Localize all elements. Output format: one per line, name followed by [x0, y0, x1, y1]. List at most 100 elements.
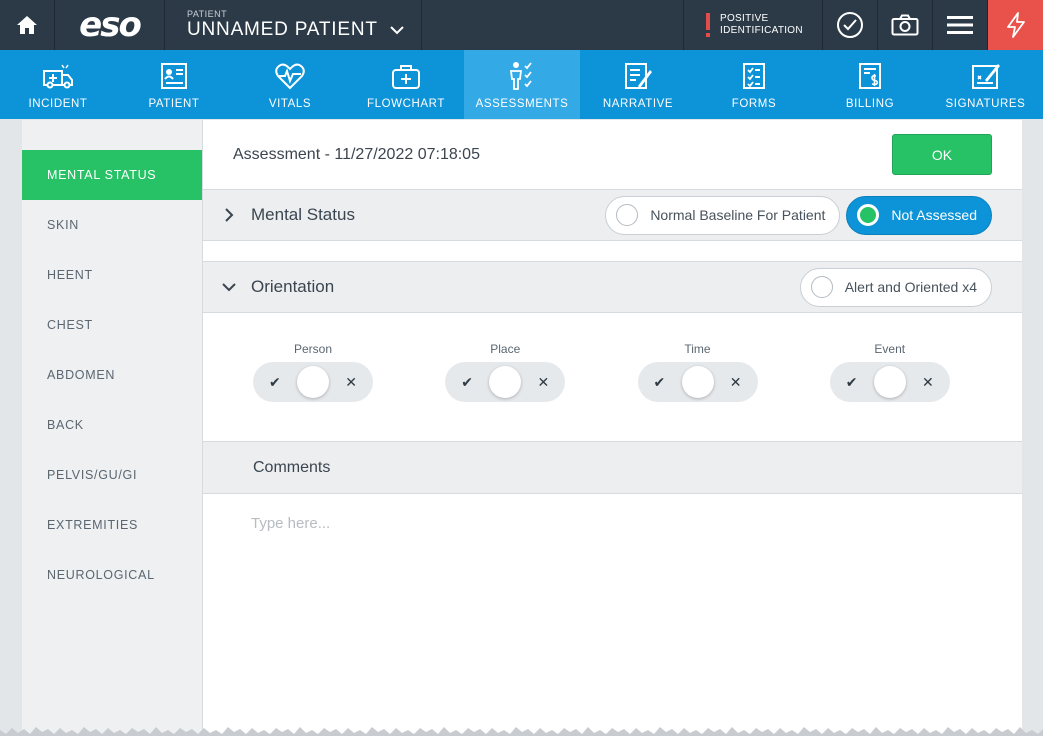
- body-check-icon: [509, 62, 532, 90]
- chevron-right-icon[interactable]: [221, 207, 237, 223]
- nav-patient[interactable]: PATIENT: [116, 50, 232, 119]
- quick-action-button[interactable]: [988, 0, 1043, 50]
- nav-narrative[interactable]: NARRATIVE: [580, 50, 696, 119]
- positive-identification-button[interactable]: POSITIVE IDENTIFICATION: [683, 0, 823, 50]
- check-icon[interactable]: ✔: [461, 374, 473, 391]
- heart-pulse-icon: [275, 63, 305, 90]
- toggle-knob[interactable]: [873, 366, 906, 398]
- mental-status-section[interactable]: Mental Status Normal Baseline For Patien…: [203, 190, 1022, 241]
- orientation-toggles: Person ✔ ✕ Place ✔ ✕ Time ✔ ✕ Event ✔ ✕: [203, 313, 1022, 442]
- signature-icon: [971, 64, 1000, 89]
- radio-icon: [616, 204, 639, 226]
- home-button[interactable]: [0, 0, 55, 50]
- check-icon[interactable]: ✔: [269, 374, 281, 391]
- nav-forms[interactable]: FORMS: [696, 50, 812, 119]
- not-assessed-option[interactable]: Not Assessed: [846, 195, 992, 235]
- nav-flowchart[interactable]: FLOWCHART: [348, 50, 464, 119]
- sidebar-item-back[interactable]: BACK: [22, 400, 202, 450]
- torn-edge: [0, 727, 1043, 736]
- nav-vitals[interactable]: VITALS: [232, 50, 348, 119]
- check-icon[interactable]: ✔: [654, 374, 666, 391]
- chevron-down-icon: [390, 25, 404, 34]
- sidebar-item-label: CHEST: [47, 318, 93, 332]
- nav-narrative-label: NARRATIVE: [602, 98, 674, 110]
- patient-name: UNNAMED PATIENT: [187, 19, 378, 40]
- toggle-label: Place: [490, 342, 521, 356]
- sidebar-item-label: ABDOMEN: [47, 368, 116, 382]
- x-icon[interactable]: ✕: [538, 374, 550, 391]
- assessment-title: Assessment - 11/27/2022 07:18:05: [233, 145, 480, 163]
- sidebar-item-chest[interactable]: CHEST: [22, 300, 202, 350]
- ambulance-icon: [43, 64, 73, 89]
- toggle-knob[interactable]: [489, 366, 522, 398]
- sidebar-item-label: BACK: [47, 418, 84, 432]
- sidebar-item-extremities[interactable]: EXTREMITIES: [22, 500, 202, 550]
- time-toggle[interactable]: ✔ ✕: [637, 362, 758, 402]
- x-icon[interactable]: ✕: [730, 374, 742, 391]
- comments-input[interactable]: [251, 508, 951, 538]
- nav-billing[interactable]: BILLING: [812, 50, 928, 119]
- nav-signatures[interactable]: SIGNATURES: [928, 50, 1043, 119]
- assessment-panel: Assessment - 11/27/2022 07:18:05 OK Ment…: [202, 120, 1022, 736]
- toggle-label: Event: [874, 342, 906, 356]
- toggle-group-place: Place ✔ ✕: [445, 313, 637, 441]
- radio-selected-icon: [857, 204, 880, 226]
- home-icon: [17, 16, 37, 34]
- toggle-label: Time: [684, 342, 711, 356]
- nav-incident[interactable]: INCIDENT: [0, 50, 116, 119]
- person-toggle[interactable]: ✔ ✕: [253, 362, 373, 402]
- chevron-down-icon[interactable]: [221, 279, 237, 295]
- id-card-icon: [161, 63, 187, 89]
- nav-patient-label: PATIENT: [148, 98, 200, 110]
- orientation-title: Orientation: [251, 277, 335, 296]
- mental-status-title: Mental Status: [251, 205, 355, 224]
- normal-baseline-label: Normal Baseline For Patient: [650, 207, 826, 223]
- comments-header: Comments: [203, 442, 1022, 494]
- nav-assessments[interactable]: ASSESSMENTS: [464, 50, 580, 119]
- nav-signatures-label: SIGNATURES: [945, 98, 1026, 110]
- sidebar-item-label: NEUROLOGICAL: [47, 568, 155, 582]
- camera-icon: [891, 14, 919, 36]
- sidebar-item-label: EXTREMITIES: [47, 518, 139, 532]
- lightning-icon: [1006, 12, 1025, 38]
- comments-title: Comments: [253, 458, 331, 476]
- x-icon[interactable]: ✕: [345, 374, 357, 391]
- billing-icon: [859, 63, 881, 89]
- positive-id-line2: IDENTIFICATION: [720, 25, 803, 36]
- patient-selector[interactable]: PATIENT UNNAMED PATIENT: [165, 0, 422, 50]
- nav-vitals-label: VITALS: [268, 98, 312, 110]
- toggle-group-event: Event ✔ ✕: [829, 313, 1022, 441]
- nav-incident-label: INCIDENT: [28, 98, 88, 110]
- orientation-section[interactable]: Orientation Alert and Oriented x4: [203, 262, 1022, 313]
- menu-button[interactable]: [933, 0, 988, 50]
- nav-forms-label: FORMS: [731, 98, 777, 110]
- normal-baseline-option[interactable]: Normal Baseline For Patient: [605, 195, 841, 235]
- top-bar: eso PATIENT UNNAMED PATIENT POSITIVE IDE…: [0, 0, 1043, 50]
- toggle-knob[interactable]: [297, 366, 329, 398]
- medical-bag-icon: [392, 65, 420, 89]
- sidebar-item-pelvis-gu-gi[interactable]: PELVIS/GU/GI: [22, 450, 202, 500]
- toggle-group-person: Person ✔ ✕: [253, 313, 445, 441]
- nav-assessments-label: ASSESSMENTS: [475, 98, 569, 110]
- x-icon[interactable]: ✕: [922, 374, 934, 391]
- event-toggle[interactable]: ✔ ✕: [829, 362, 950, 402]
- sidebar-item-mental-status[interactable]: MENTAL STATUS: [22, 150, 202, 200]
- sidebar-item-abdomen[interactable]: ABDOMEN: [22, 350, 202, 400]
- sidebar-item-label: HEENT: [47, 268, 93, 282]
- check-icon[interactable]: ✔: [846, 374, 858, 391]
- not-assessed-label: Not Assessed: [891, 207, 977, 223]
- validate-button[interactable]: [823, 0, 878, 50]
- forms-icon: [743, 63, 765, 89]
- alert-icon: [706, 13, 710, 37]
- alert-oriented-option[interactable]: Alert and Oriented x4: [799, 267, 992, 307]
- camera-button[interactable]: [878, 0, 933, 50]
- eso-logo: eso: [55, 0, 165, 50]
- toggle-knob[interactable]: [681, 366, 714, 398]
- sidebar-item-skin[interactable]: SKIN: [22, 200, 202, 250]
- ok-button[interactable]: OK: [892, 134, 992, 175]
- narrative-icon: [625, 63, 652, 89]
- sidebar-item-neurological[interactable]: NEUROLOGICAL: [22, 550, 202, 600]
- sidebar-item-heent[interactable]: HEENT: [22, 250, 202, 300]
- place-toggle[interactable]: ✔ ✕: [445, 362, 566, 402]
- assessment-sidebar: MENTAL STATUS SKIN HEENT CHEST ABDOMEN B…: [22, 120, 202, 736]
